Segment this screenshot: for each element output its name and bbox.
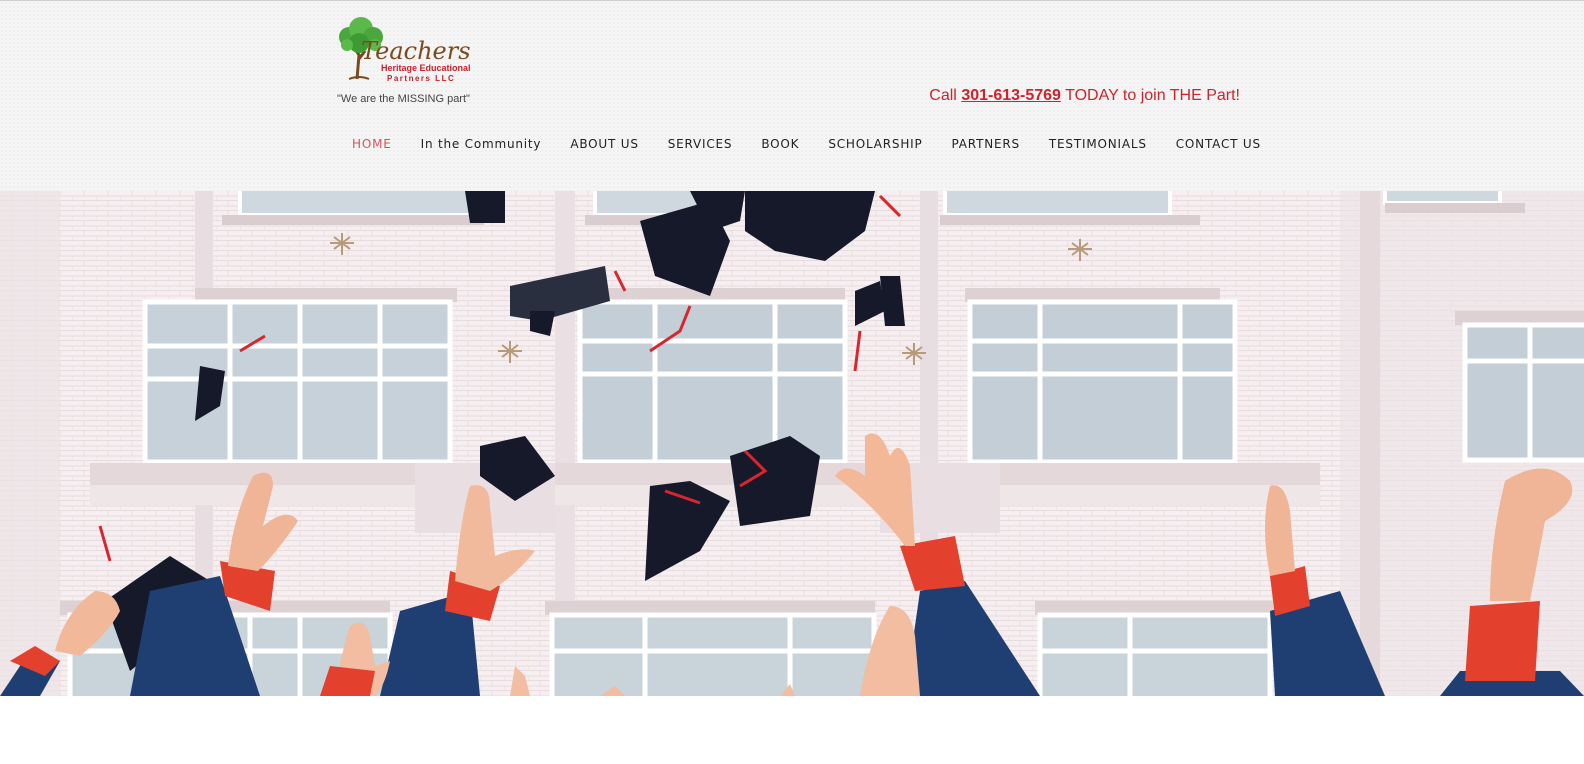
main-nav: HOME In the Community ABOUT US SERVICES … <box>337 133 1275 155</box>
nav-partners[interactable]: PARTNERS <box>937 133 1034 155</box>
nav-services[interactable]: SERVICES <box>653 133 747 155</box>
svg-text:Partners LLC: Partners LLC <box>387 74 455 83</box>
nav-in-the-community[interactable]: In the Community <box>406 133 556 155</box>
tagline: "We are the MISSING part" <box>337 93 470 105</box>
svg-text:Teachers: Teachers <box>361 37 471 65</box>
nav-home[interactable]: HOME <box>337 133 406 155</box>
nav-scholarship[interactable]: SCHOLARSHIP <box>813 133 936 155</box>
site-header: Teachers Heritage Educational Partners L… <box>0 0 1584 191</box>
nav-about-us[interactable]: ABOUT US <box>555 133 652 155</box>
graduation-caps-photo <box>0 191 1584 696</box>
brand-logo[interactable]: Teachers Heritage Educational Partners L… <box>335 15 480 85</box>
phone-link[interactable]: 301-613-5769 <box>961 87 1061 104</box>
call-to-action: Call 301-613-5769 TODAY to join THE Part… <box>929 87 1240 105</box>
nav-contact-us[interactable]: CONTACT US <box>1161 133 1275 155</box>
cta-prefix: Call <box>929 87 962 104</box>
cta-suffix: TODAY to join THE Part! <box>1060 87 1240 104</box>
nav-book[interactable]: BOOK <box>746 133 813 155</box>
svg-text:Heritage Educational: Heritage Educational <box>381 63 471 73</box>
nav-testimonials[interactable]: TESTIMONIALS <box>1034 133 1161 155</box>
hero-image <box>0 191 1584 696</box>
